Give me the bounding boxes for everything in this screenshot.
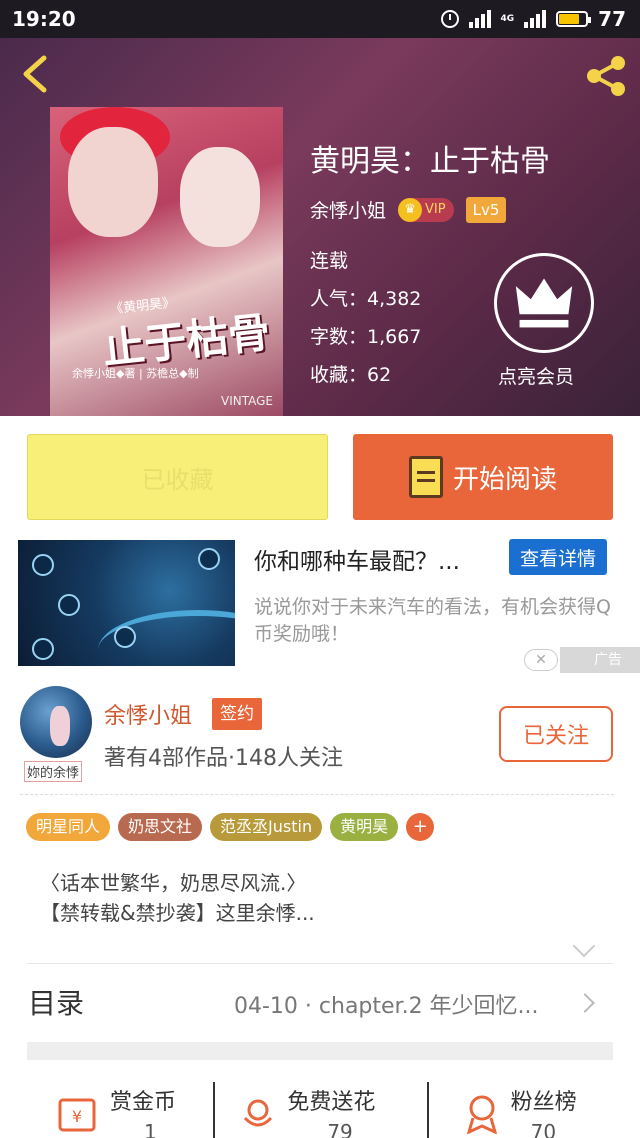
ad-image-node bbox=[32, 638, 54, 660]
fan-rank-label: 粉丝榜 bbox=[510, 1090, 577, 1115]
tag-list: 明星同人 奶思文社 范丞丞Justin 黄明昊 + bbox=[26, 813, 435, 841]
ad-image[interactable] bbox=[18, 540, 235, 666]
ad-details-button[interactable]: 查看详情 bbox=[509, 539, 607, 575]
add-tag-button[interactable]: + bbox=[406, 813, 435, 841]
intro-line: 〈话本世繁华，奶思尽风流.〉 bbox=[40, 871, 307, 895]
reward-coin-label: 赏金币 bbox=[110, 1090, 177, 1115]
ad-image-node bbox=[198, 548, 220, 570]
avatar-caption: 妳的余悸 bbox=[24, 761, 83, 782]
vip-label: VIP bbox=[425, 202, 446, 217]
toc-label[interactable]: 目录 bbox=[28, 982, 84, 1022]
section-spacer bbox=[27, 1042, 613, 1060]
alarm-icon bbox=[440, 10, 459, 28]
action-bar: 已收藏 开始阅读 bbox=[0, 416, 640, 538]
follow-button[interactable]: 已关注 bbox=[499, 706, 613, 762]
network-type: 4G bbox=[500, 13, 515, 24]
svg-text:¥: ¥ bbox=[72, 1107, 82, 1126]
signal-icon bbox=[468, 10, 491, 28]
ad-tag: 广告 bbox=[560, 647, 640, 673]
tag-item[interactable]: 范丞丞Justin bbox=[210, 813, 323, 841]
fan-rank-count: 70 bbox=[530, 1120, 557, 1138]
reward-coin-button[interactable]: ¥ 赏金币 1 bbox=[0, 1076, 213, 1138]
book-title: 黄明昊：止于枯骨 bbox=[310, 144, 550, 179]
book-word-count: 字数：1,667 bbox=[310, 326, 422, 348]
intro-line: 【禁转载&禁抄袭】这里余悸... bbox=[40, 901, 315, 925]
crown-icon: ♛ bbox=[398, 197, 423, 222]
author-name[interactable]: 余悸小姐 bbox=[104, 698, 192, 730]
book-author[interactable]: 余悸小姐 bbox=[310, 196, 386, 223]
chevron-right-icon[interactable] bbox=[575, 993, 595, 1013]
ad-description: 说说你对于未来汽车的看法，有机会获得Q币奖励哦！ bbox=[254, 596, 611, 645]
author-card: 妳的余悸 余悸小姐 签约 著有4部作品·148人关注 已关注 明星同人 奶思文社… bbox=[0, 676, 640, 1138]
divider bbox=[27, 963, 613, 964]
divider bbox=[20, 794, 614, 795]
share-icon[interactable] bbox=[584, 54, 628, 98]
vip-badge: ♛ VIP bbox=[398, 197, 454, 222]
tag-item[interactable]: 奶思文社 bbox=[118, 813, 203, 841]
battery-percent: 77 bbox=[598, 7, 626, 31]
favorited-button[interactable]: 已收藏 bbox=[27, 434, 328, 520]
free-flower-button[interactable]: 免费送花 79 bbox=[213, 1076, 426, 1138]
medal-icon bbox=[466, 1095, 497, 1134]
book-header: 《黄明昊》 止于枯骨 余悸小姐◆著 | 苏檐总◆制 VINTAGE 黄明昊：止于… bbox=[0, 38, 640, 416]
toc-latest-chapter[interactable]: 04-10 · chapter.2 年少回忆... bbox=[234, 988, 539, 1020]
status-bar: 19:20 4G 77 bbox=[0, 0, 640, 38]
chevron-down-icon[interactable] bbox=[572, 934, 596, 958]
book-intro[interactable]: 〈话本世繁华，奶思尽风流.〉 【禁转载&禁抄袭】这里余悸... bbox=[40, 868, 580, 928]
start-reading-label: 开始阅读 bbox=[452, 464, 557, 495]
book-collections: 收藏：62 bbox=[310, 364, 392, 386]
signal-2-icon bbox=[524, 10, 547, 28]
signed-badge: 签约 bbox=[212, 698, 262, 730]
cover-vintage: VINTAGE bbox=[220, 394, 273, 408]
ad-image-node bbox=[114, 626, 136, 648]
author-stats: 著有4部作品·148人关注 bbox=[104, 746, 343, 771]
battery-level bbox=[559, 14, 580, 24]
fan-rank-button[interactable]: 粉丝榜 70 bbox=[426, 1076, 640, 1138]
cover-credit: 余悸小姐◆著 | 苏檐总◆制 bbox=[72, 367, 199, 380]
level-badge: Lv5 bbox=[465, 196, 507, 223]
book-cover[interactable]: 《黄明昊》 止于枯骨 余悸小姐◆著 | 苏檐总◆制 VINTAGE bbox=[50, 107, 283, 416]
book-meta: 连载 人气：4,382 字数：1,667 收藏：62 bbox=[310, 242, 421, 394]
member-label[interactable]: 点亮会员 bbox=[498, 362, 574, 389]
flower-icon bbox=[244, 1099, 273, 1127]
ad-image-node bbox=[58, 594, 80, 616]
reward-coin-count: 1 bbox=[144, 1120, 157, 1138]
avatar[interactable] bbox=[20, 686, 92, 758]
book-popularity: 人气：4,382 bbox=[310, 288, 422, 310]
book-author-line: 余悸小姐 ♛ VIP Lv5 bbox=[310, 196, 507, 223]
tag-item[interactable]: 黄明昊 bbox=[330, 813, 399, 841]
back-icon[interactable] bbox=[18, 54, 54, 94]
ad-banner[interactable]: 你和哪种车最配？... 查看详情 说说你对于未来汽车的看法，有机会获得Q币奖励哦… bbox=[0, 538, 640, 676]
battery-icon bbox=[556, 11, 592, 27]
cover-art-face bbox=[68, 127, 158, 237]
book-status: 连载 bbox=[310, 250, 349, 272]
status-time: 19:20 bbox=[12, 7, 76, 31]
cover-art-face bbox=[180, 147, 260, 247]
status-icons: 4G 77 bbox=[440, 7, 626, 31]
free-flower-label: 免费送花 bbox=[287, 1090, 376, 1115]
crown-member-icon[interactable] bbox=[494, 253, 594, 353]
book-icon bbox=[408, 456, 443, 498]
ad-close-button[interactable]: ✕ bbox=[524, 649, 558, 671]
ad-title[interactable]: 你和哪种车最配？... bbox=[254, 542, 460, 576]
free-flower-count: 79 bbox=[327, 1120, 353, 1138]
start-reading-button[interactable]: 开始阅读 bbox=[353, 434, 613, 520]
bottom-action-bar: ¥ 赏金币 1 免费送花 79 粉丝榜 70 bbox=[0, 1076, 640, 1138]
tag-item[interactable]: 明星同人 bbox=[26, 813, 111, 841]
red-envelope-icon: ¥ bbox=[58, 1098, 96, 1132]
ad-image-node bbox=[32, 554, 54, 576]
